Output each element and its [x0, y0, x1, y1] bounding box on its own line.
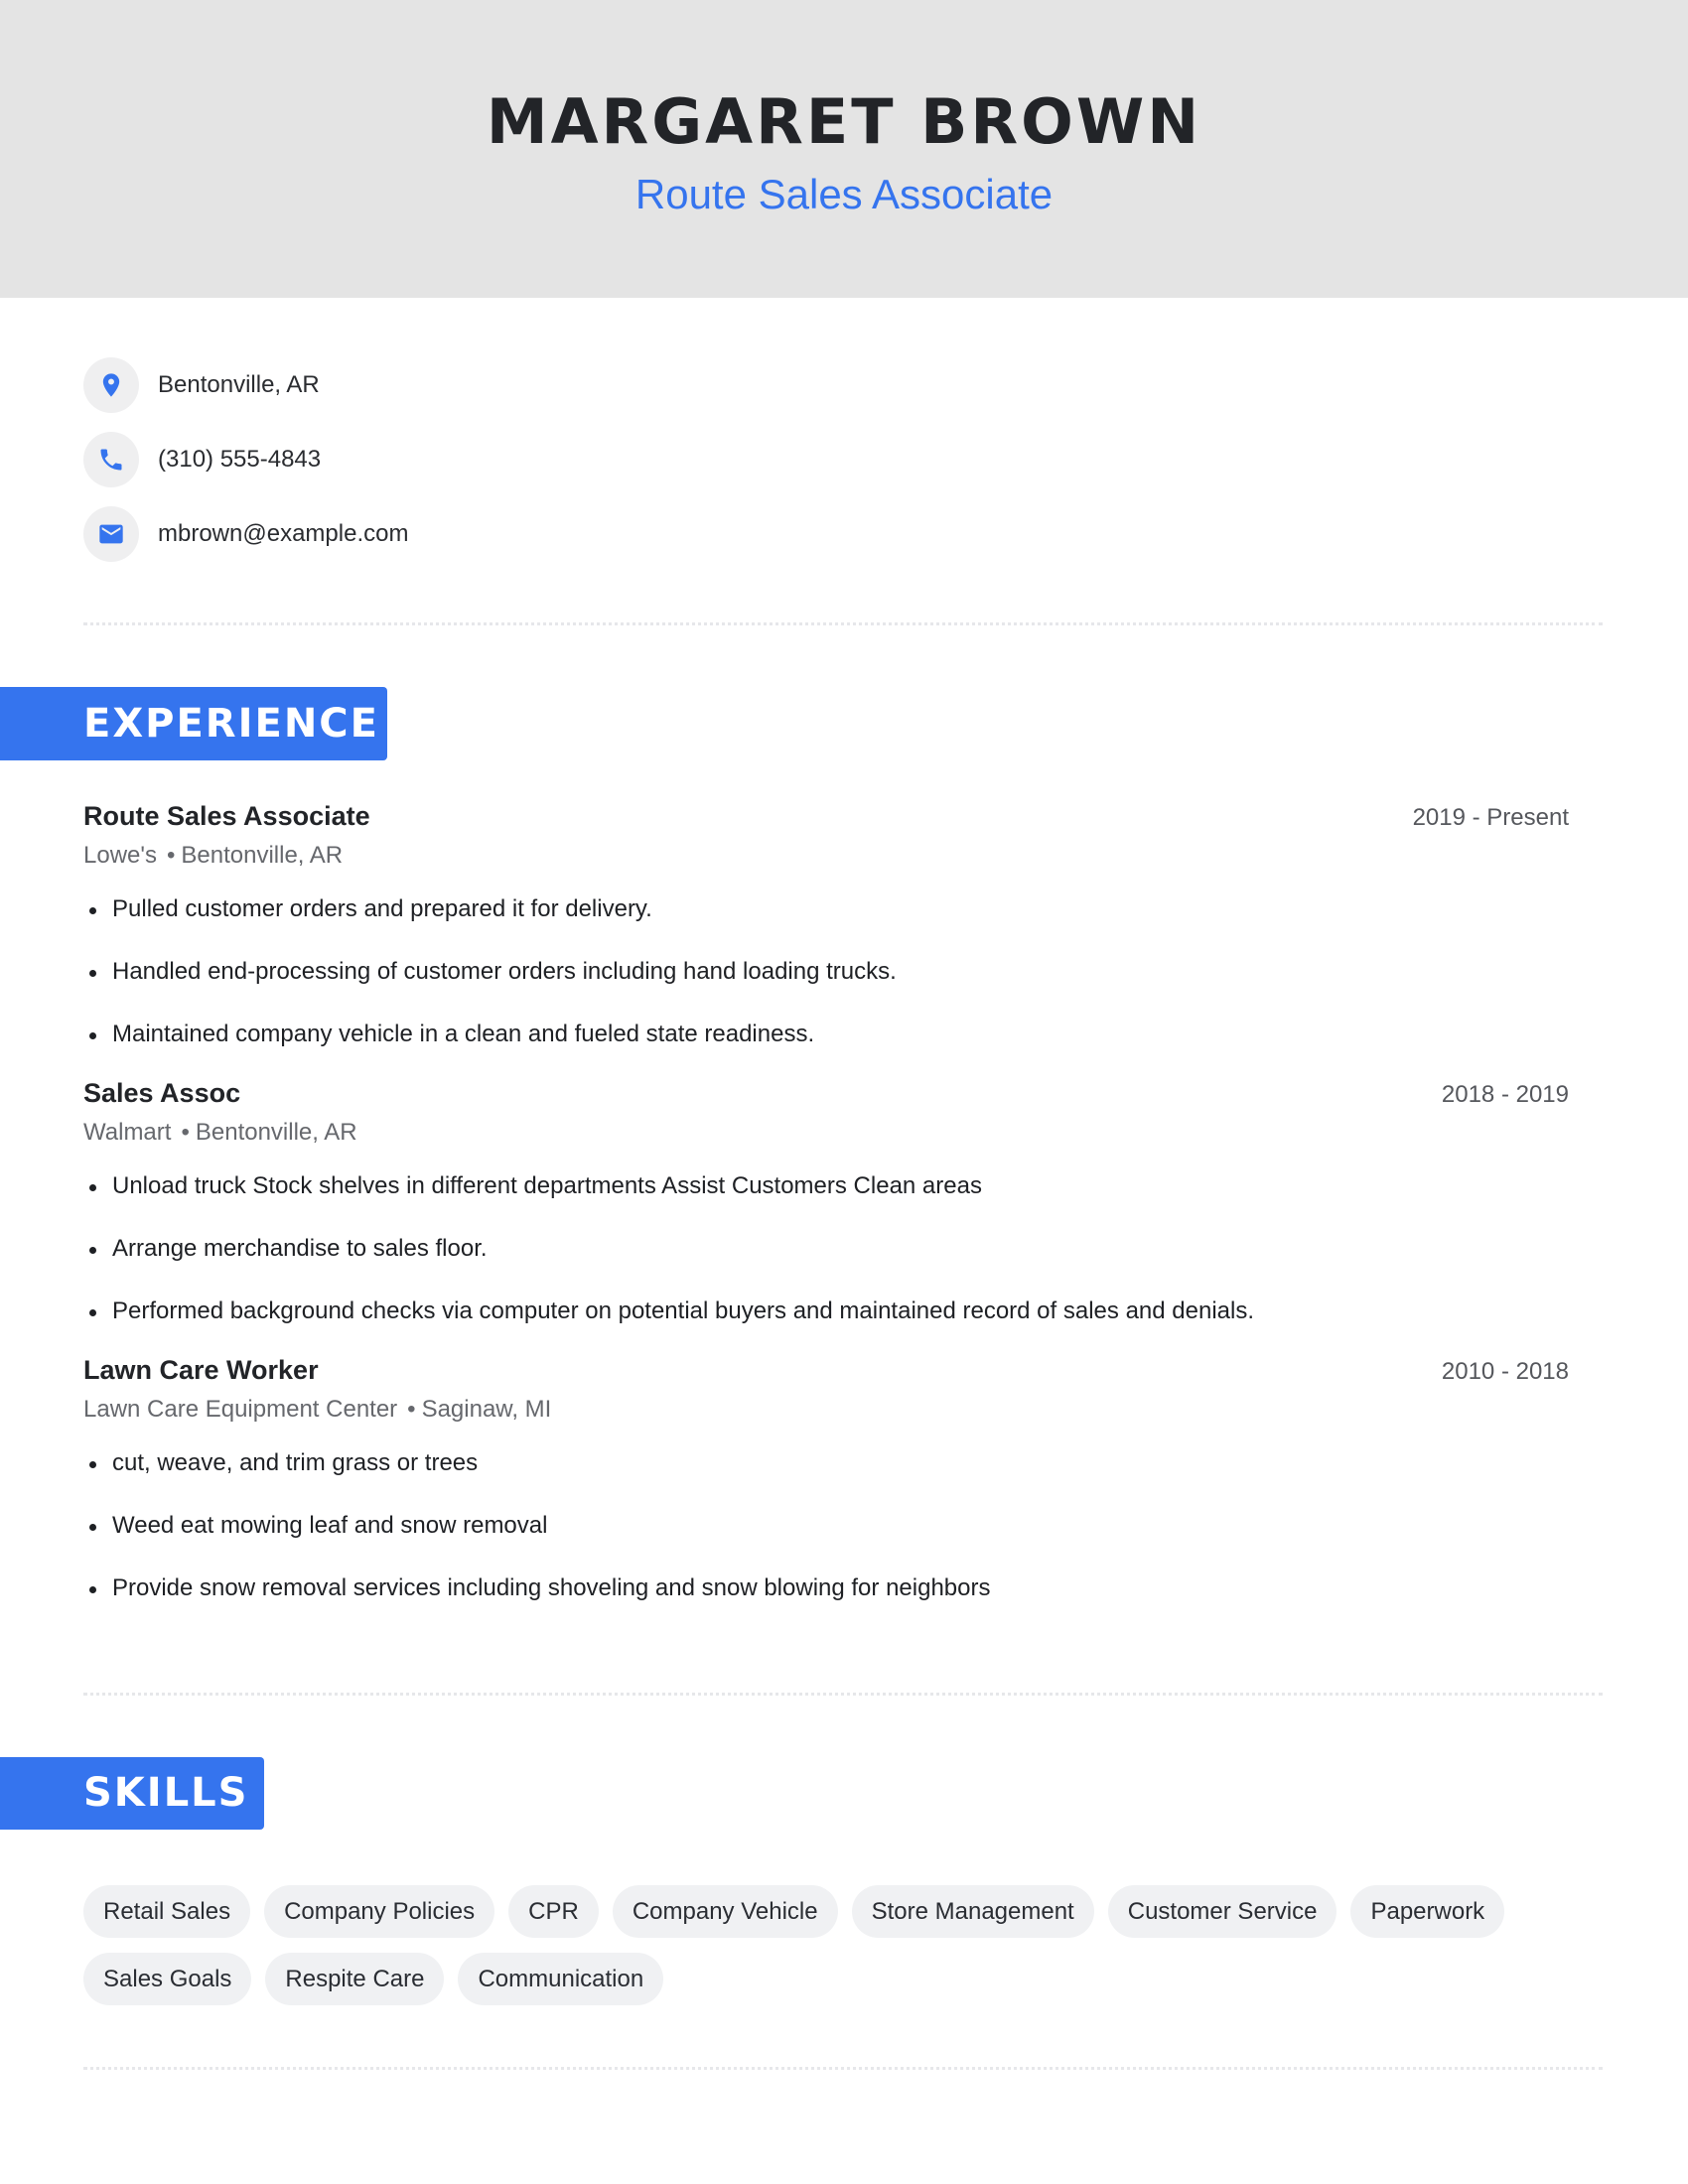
job-bullet: Arrange merchandise to sales floor.: [83, 1233, 1569, 1265]
job-location: Bentonville, AR: [195, 1119, 357, 1146]
contact-phone-text[interactable]: (310) 555-4843: [158, 446, 321, 474]
job-bullet: Pulled customer orders and prepared it f…: [83, 893, 1569, 925]
job-bullet: Unload truck Stock shelves in different …: [83, 1170, 1569, 1202]
skill-chip: Paperwork: [1350, 1885, 1505, 1938]
job-company-line: Lawn Care Equipment Center • Saginaw, MI: [83, 1394, 1569, 1426]
contact-location-text: Bentonville, AR: [158, 371, 320, 398]
contact-phone: (310) 555-4843: [83, 432, 408, 487]
candidate-name: MARGARET BROWN: [486, 85, 1202, 158]
separator-dot: •: [166, 842, 176, 869]
job-company-line: Walmart • Bentonville, AR: [83, 1117, 1569, 1149]
job-dates: 2019 - Present: [1412, 804, 1569, 831]
job-location: Bentonville, AR: [181, 842, 344, 869]
experience-heading: EXPERIENCE: [0, 687, 387, 760]
separator-dot: •: [181, 1119, 190, 1146]
section-divider: [83, 2067, 1603, 2070]
job-entry: Route Sales Associate 2019 - Present Low…: [83, 798, 1569, 1081]
job-bullets: Unload truck Stock shelves in different …: [83, 1170, 1569, 1327]
job-bullets: Pulled customer orders and prepared it f…: [83, 893, 1569, 1050]
job-company: Lawn Care Equipment Center: [83, 1396, 398, 1423]
separator-dot: •: [407, 1396, 416, 1423]
contact-list: Bentonville, AR (310) 555-4843 mbrown@ex…: [83, 357, 408, 581]
job-bullet: Performed background checks via computer…: [83, 1296, 1569, 1327]
contact-location: Bentonville, AR: [83, 357, 408, 413]
resume-header: MARGARET BROWN Route Sales Associate: [0, 0, 1688, 298]
email-icon: [83, 506, 139, 562]
job-entry: Lawn Care Worker 2010 - 2018 Lawn Care E…: [83, 1352, 1569, 1635]
job-company: Walmart: [83, 1119, 172, 1146]
skill-chip: Company Policies: [264, 1885, 495, 1938]
skill-chip: Customer Service: [1107, 1885, 1337, 1938]
skills-list: Retail Sales Company Policies CPR Compan…: [83, 1885, 1603, 2005]
job-title: Sales Assoc: [83, 1078, 241, 1108]
location-pin-icon: [83, 357, 139, 413]
candidate-role: Route Sales Associate: [634, 171, 1054, 217]
phone-icon: [83, 432, 139, 487]
job-dates: 2018 - 2019: [1441, 1081, 1569, 1108]
job-title: Route Sales Associate: [83, 801, 370, 831]
job-dates: 2010 - 2018: [1441, 1358, 1569, 1385]
skills-heading: SKILLS: [0, 1757, 264, 1830]
skill-chip: Communication: [458, 1953, 664, 2005]
contact-email: mbrown@example.com: [83, 506, 408, 562]
job-entry: Sales Assoc 2018 - 2019 Walmart • Bentonvi…: [83, 1075, 1569, 1358]
job-bullet: Weed eat mowing leaf and snow removal: [83, 1510, 1569, 1542]
skill-chip: Store Management: [851, 1885, 1094, 1938]
job-bullet: Handled end-processing of customer order…: [83, 956, 1569, 988]
job-bullet: cut, weave, and trim grass or trees: [83, 1447, 1569, 1479]
skill-chip: Respite Care: [265, 1953, 445, 2005]
section-divider: [83, 622, 1603, 625]
skill-chip: Sales Goals: [83, 1953, 252, 2005]
job-company-line: Lowe's • Bentonville, AR: [83, 840, 1569, 872]
job-company: Lowe's: [83, 842, 157, 869]
job-bullets: cut, weave, and trim grass or trees Weed…: [83, 1447, 1569, 1604]
job-location: Saginaw, MI: [421, 1396, 552, 1423]
job-bullet: Maintained company vehicle in a clean an…: [83, 1019, 1569, 1050]
skill-chip: Retail Sales: [83, 1885, 251, 1938]
job-bullet: Provide snow removal services including …: [83, 1572, 1569, 1604]
contact-email-text[interactable]: mbrown@example.com: [158, 520, 408, 548]
skill-chip: Company Vehicle: [612, 1885, 838, 1938]
section-divider: [83, 1693, 1603, 1696]
skill-chip: CPR: [508, 1885, 599, 1938]
job-title: Lawn Care Worker: [83, 1355, 319, 1385]
